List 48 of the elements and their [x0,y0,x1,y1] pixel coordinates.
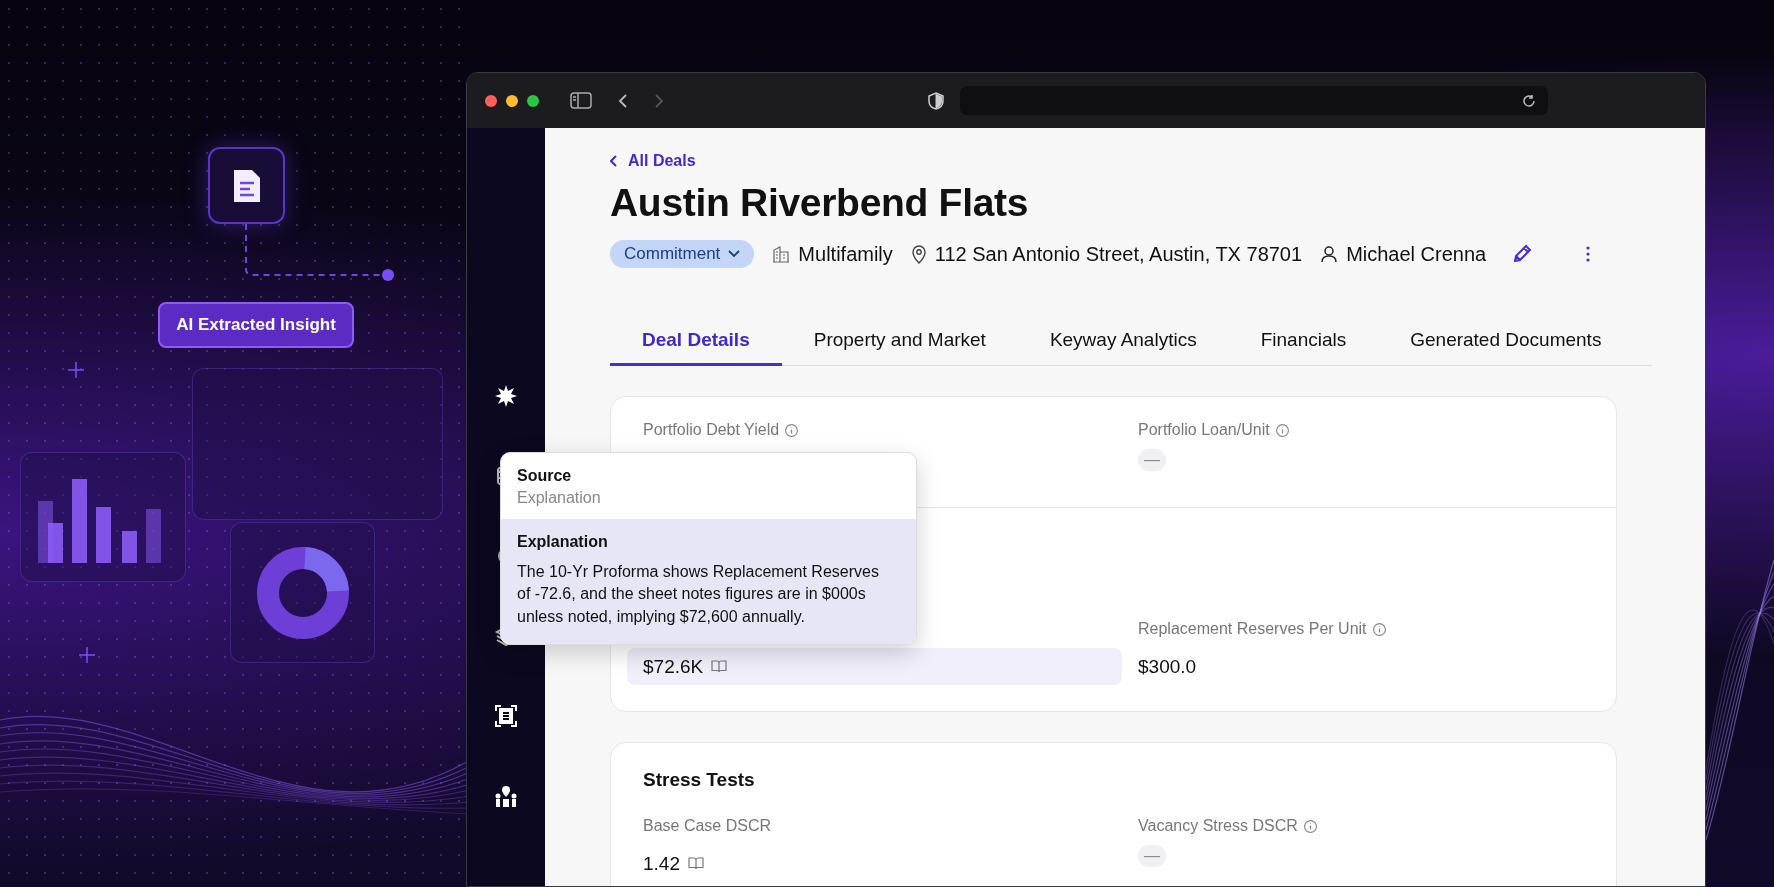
pencil-icon [1512,244,1533,264]
meta-text: Michael Crenna [1346,242,1487,266]
reload-icon[interactable] [1522,94,1536,108]
tab[interactable]: Keyway Analytics [1017,329,1229,366]
more-button[interactable] [1586,246,1591,262]
shield-icon[interactable] [928,91,944,110]
map-pin-people-icon[interactable] [494,784,518,808]
insight-badge: AI Extracted Insight [158,302,354,348]
explanation-text: The 10-Yr Proforma shows Replacement Reserves of -72.6, and the sheet notes figures are in $000s unless noted, implying $72,600 annually. [517,562,880,627]
chevron-down-icon [728,250,741,258]
back-link[interactable]: All Deals [610,152,696,170]
location-pin-icon [910,244,927,264]
page-title: Austin Riverbend Flats [610,181,1030,225]
more-vertical-icon [1586,246,1591,262]
meta-text: Multifamily [798,242,893,266]
field-label: Base Case DSCR [643,817,772,835]
tab[interactable]: Generated Documents [1378,329,1634,366]
tooltip-subheading: Explanation [517,489,602,507]
document-scan-icon[interactable] [494,704,518,728]
card-title: Stress Tests [642,768,756,791]
field-label: Portfolio Debt Yield [643,421,780,439]
tab[interactable]: Financials [1228,329,1379,366]
sidebar-toggle-icon[interactable] [570,92,592,109]
person-icon [1320,245,1339,263]
chevron-left-icon [610,155,618,167]
field-label: Portfolio Loan/Unit [1138,421,1270,439]
tooltip-heading: Source [517,467,573,485]
field-label: Replacement Reserves Per Unit [1138,620,1367,638]
empty-value: — [1138,845,1166,867]
edit-button[interactable] [1512,244,1533,264]
field-value: $72.6K [643,655,704,678]
sparkle-icon[interactable] [494,384,518,408]
plus-icon [79,647,95,663]
meta-text: 112 San Antonio Street, Austin, TX 78701 [934,242,1303,266]
plus-icon [68,362,84,378]
building-icon [772,245,791,263]
field-value: 1.42 [643,852,680,875]
tab[interactable]: Property and Market [781,329,1018,366]
minimize-light[interactable] [506,94,518,107]
field-label: Vacancy Stress DSCR [1138,817,1298,835]
empty-value: — [1138,449,1166,471]
field-value: $300.0 [1138,655,1197,678]
close-light[interactable] [485,94,497,107]
tab[interactable]: Deal Details [610,329,782,366]
explanation-title: Explanation [517,533,609,551]
document-icon [231,167,262,204]
status-dropdown[interactable]: Commitment [610,240,755,268]
maximize-light[interactable] [527,94,539,107]
